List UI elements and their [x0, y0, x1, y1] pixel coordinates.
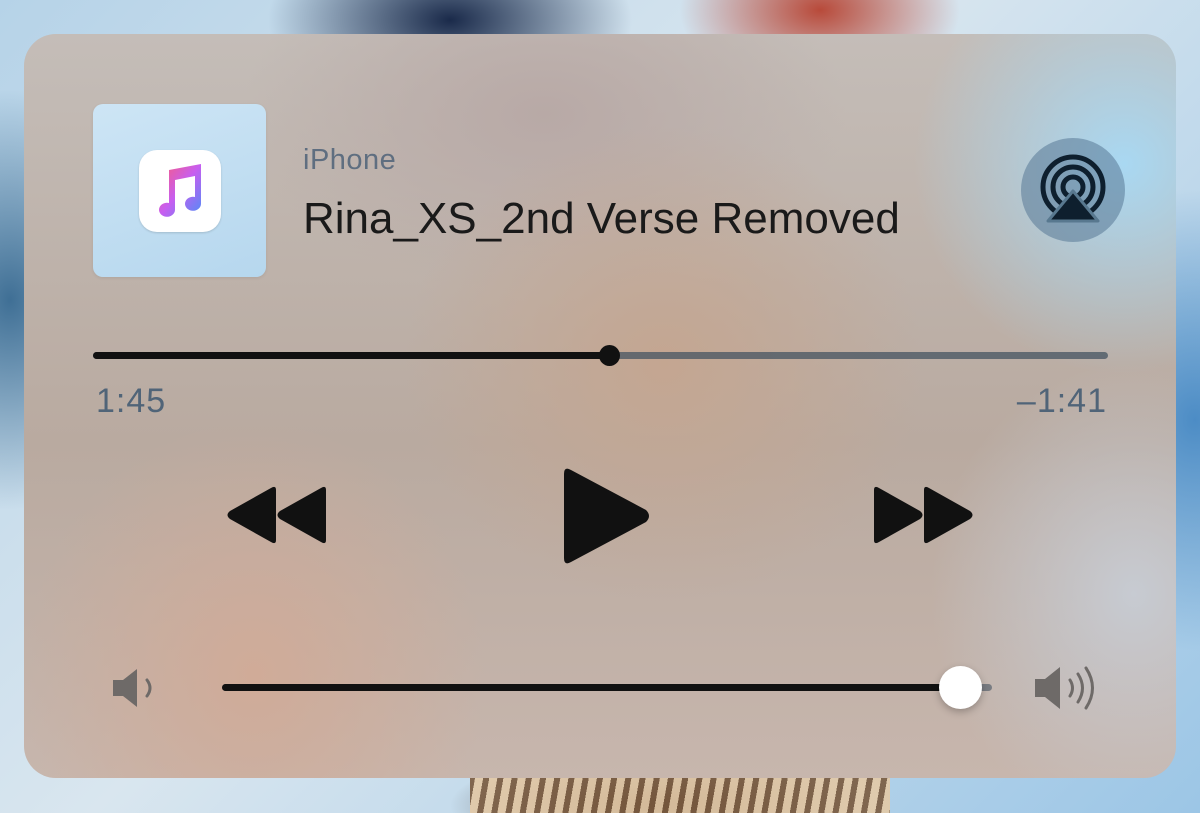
play-icon — [564, 468, 649, 564]
album-artwork[interactable] — [93, 104, 266, 277]
playback-scrubber[interactable] — [93, 345, 1108, 366]
rewind-button[interactable] — [224, 484, 328, 551]
speaker-high-icon — [1032, 664, 1104, 717]
track-title: Rina_XS_2nd Verse Removed — [303, 194, 900, 243]
volume-slider-knob[interactable] — [939, 666, 982, 709]
volume-level-fill — [222, 684, 961, 691]
remaining-time: –1:41 — [1016, 382, 1107, 420]
background-pattern — [470, 772, 890, 813]
output-device-label: iPhone — [303, 144, 397, 176]
playback-scrubber-knob[interactable] — [599, 345, 620, 366]
fast-forward-icon — [874, 486, 973, 544]
airplay-audio-icon — [1040, 154, 1106, 223]
apple-music-icon — [139, 150, 221, 232]
play-button[interactable] — [558, 464, 654, 573]
volume-slider[interactable] — [222, 666, 992, 709]
now-playing-card: iPhone Rina_XS_2nd Verse Removed 1:45 –1… — [24, 34, 1176, 778]
rewind-icon — [227, 486, 326, 544]
fast-forward-button[interactable] — [872, 484, 976, 551]
speaker-low-icon — [110, 666, 160, 715]
airplay-button[interactable] — [1021, 138, 1125, 242]
playback-progress-fill — [93, 352, 609, 359]
elapsed-time: 1:45 — [96, 382, 167, 420]
